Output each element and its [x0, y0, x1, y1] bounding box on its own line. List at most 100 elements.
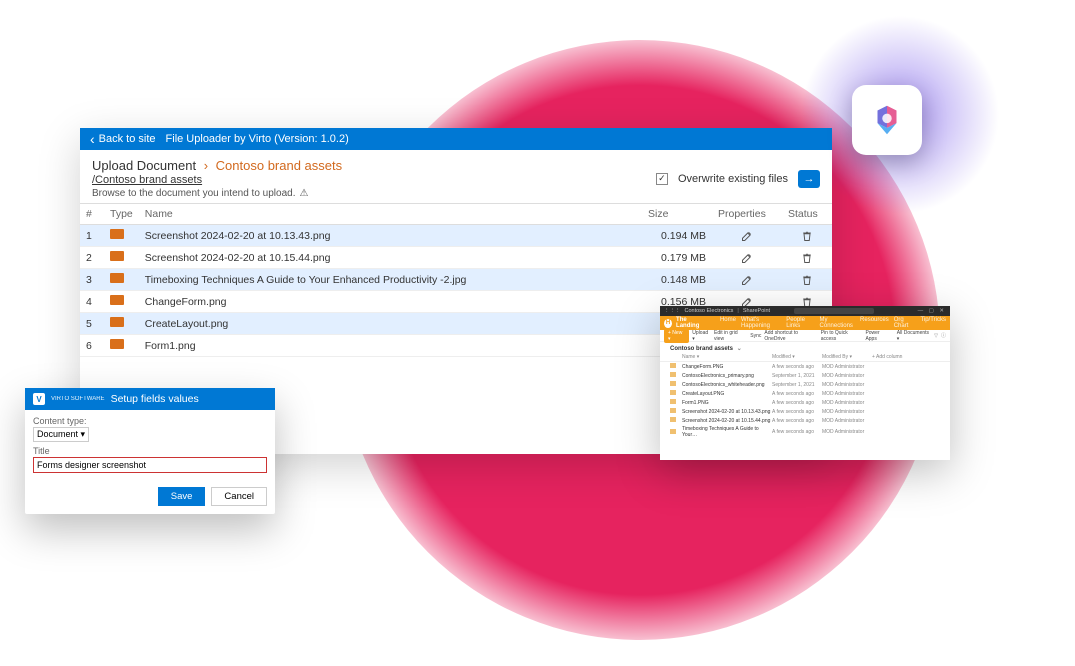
- table-row[interactable]: 2Screenshot 2024-02-20 at 10.15.44.png0.…: [80, 247, 832, 269]
- back-to-site-link[interactable]: Back to site: [90, 131, 156, 147]
- dialog-titlebar: V VIRTO SOFTWARE Setup fields values: [25, 388, 275, 410]
- sp-modified: A few seconds ago: [772, 429, 822, 435]
- sp-modified: A few seconds ago: [772, 364, 822, 370]
- sp-nav-tab[interactable]: What's Happening: [741, 317, 781, 329]
- file-size: 0.179 MB: [642, 247, 712, 269]
- location-path[interactable]: /Contoso brand assets: [92, 174, 342, 186]
- sp-tenant: Contoso Electronics: [685, 308, 734, 314]
- sp-file-name: ChangeForm.PNG: [682, 364, 772, 370]
- upload-hint: Browse to the document you intend to upl…: [92, 188, 342, 199]
- file-type-icon: [104, 247, 139, 269]
- site-logo: H: [664, 319, 672, 328]
- edit-properties-icon[interactable]: [741, 251, 753, 263]
- col-name: Name: [139, 204, 642, 225]
- title-input[interactable]: [33, 457, 267, 473]
- sp-toolbar: + New ▾ Upload ▾ Edit in grid view Sync …: [660, 330, 950, 342]
- file-name: CreateLayout.png: [139, 313, 642, 335]
- file-name: Screenshot 2024-02-20 at 10.13.43.png: [139, 225, 642, 247]
- file-icon: [670, 390, 676, 395]
- sp-nav-tab[interactable]: My Connections: [820, 317, 855, 329]
- pin-button[interactable]: Pin to Quick access: [821, 330, 863, 342]
- edit-properties-icon[interactable]: [741, 273, 753, 285]
- sp-col-name[interactable]: Name ▾: [682, 354, 772, 360]
- sp-file-name: Form1.PNG: [682, 400, 772, 406]
- delete-icon[interactable]: [801, 273, 813, 285]
- list-item[interactable]: Screenshot 2024-02-20 at 10.13.43.pngA f…: [660, 407, 950, 416]
- file-name: Screenshot 2024-02-20 at 10.15.44.png: [139, 247, 642, 269]
- edit-grid-button[interactable]: Edit in grid view: [714, 330, 747, 342]
- dialog-brand: VIRTO SOFTWARE: [51, 396, 105, 402]
- sp-modified-by: MOD Administrator: [822, 364, 872, 370]
- delete-icon[interactable]: [801, 251, 813, 263]
- cancel-button[interactable]: Cancel: [211, 487, 267, 506]
- powerapps-button[interactable]: Power Apps: [865, 330, 890, 342]
- dialog-title: Setup fields values: [111, 393, 199, 405]
- uploader-header: Upload Document › Contoso brand assets /…: [80, 150, 832, 203]
- sp-modified-by: MOD Administrator: [822, 400, 872, 406]
- list-item[interactable]: Timeboxing Techniques A Guide to Your…A …: [660, 425, 950, 439]
- sync-button[interactable]: Sync: [750, 333, 761, 339]
- file-icon: [670, 408, 676, 413]
- list-item[interactable]: ContosoElectronics_whiteheader.pngSeptem…: [660, 380, 950, 389]
- sp-library-title[interactable]: Contoso brand assets ⌄: [660, 342, 950, 353]
- sp-search[interactable]: [794, 308, 874, 314]
- view-selector[interactable]: All Documents ▾: [897, 330, 931, 342]
- sp-col-modifiedby[interactable]: Modified By ▾: [822, 354, 872, 360]
- sp-nav-tab[interactable]: Org Chart: [894, 317, 916, 329]
- info-icon[interactable]: ⓘ: [941, 332, 946, 339]
- upload-document-label: Upload Document: [92, 158, 196, 173]
- sp-modified-by: MOD Administrator: [822, 391, 872, 397]
- waffle-icon[interactable]: ⋮⋮⋮: [664, 308, 681, 314]
- sp-modified: A few seconds ago: [772, 391, 822, 397]
- sp-modified-by: MOD Administrator: [822, 373, 872, 379]
- table-row[interactable]: 3Timeboxing Techniques A Guide to Your E…: [80, 269, 832, 291]
- list-item[interactable]: ChangeForm.PNGA few seconds agoMOD Admin…: [660, 362, 950, 371]
- file-type-icon: [104, 335, 139, 357]
- sp-suitebar: ⋮⋮⋮ Contoso Electronics | SharePoint — ▢…: [660, 306, 950, 316]
- content-type-select[interactable]: Document ▾: [33, 427, 89, 442]
- save-button[interactable]: Save: [158, 487, 206, 506]
- file-type-icon: [104, 225, 139, 247]
- list-item[interactable]: CreateLayout.PNGA few seconds agoMOD Adm…: [660, 389, 950, 398]
- setup-fields-dialog: V VIRTO SOFTWARE Setup fields values Con…: [25, 388, 275, 514]
- sp-nav-tab[interactable]: Tip/Tricks: [920, 317, 946, 329]
- edit-properties-icon[interactable]: [741, 229, 753, 241]
- file-type-icon: [104, 313, 139, 335]
- delete-icon[interactable]: [801, 229, 813, 241]
- location-name[interactable]: Contoso brand assets: [216, 158, 342, 173]
- col-number: #: [80, 204, 104, 225]
- sp-window-controls[interactable]: — ▢ ✕: [918, 308, 946, 314]
- sp-col-modified[interactable]: Modified ▾: [772, 354, 822, 360]
- upload-button[interactable]: Upload ▾: [692, 330, 711, 342]
- list-item[interactable]: Form1.PNGA few seconds agoMOD Administra…: [660, 398, 950, 407]
- file-type-icon: [104, 269, 139, 291]
- new-button[interactable]: + New ▾: [664, 329, 689, 343]
- file-name: Form1.png: [139, 335, 642, 357]
- sp-nav-tab[interactable]: Home: [720, 317, 736, 329]
- col-size: Size: [642, 204, 712, 225]
- overwrite-checkbox[interactable]: ✓: [656, 173, 668, 185]
- shortcut-button[interactable]: Add shortcut to OneDrive: [764, 330, 817, 342]
- ms365-icon: [868, 101, 906, 139]
- sp-modified: A few seconds ago: [772, 418, 822, 424]
- list-item[interactable]: ContosoElectronics_primary.pngSeptember …: [660, 371, 950, 380]
- file-icon: [670, 417, 676, 422]
- file-icon: [670, 363, 676, 368]
- warning-icon: ⚠: [299, 188, 308, 199]
- upload-run-button[interactable]: →: [798, 170, 820, 188]
- list-item[interactable]: Screenshot 2024-02-20 at 10.15.44.pngA f…: [660, 416, 950, 425]
- sp-nav-tab[interactable]: People Links: [786, 317, 814, 329]
- row-number: 1: [80, 225, 104, 247]
- sp-col-add[interactable]: + Add column: [872, 354, 922, 360]
- sp-modified: A few seconds ago: [772, 409, 822, 415]
- sp-file-name: ContosoElectronics_whiteheader.png: [682, 382, 772, 388]
- file-size: 0.194 MB: [642, 225, 712, 247]
- file-type-icon: [104, 291, 139, 313]
- site-title[interactable]: The Landing: [676, 317, 708, 329]
- table-row[interactable]: 1 Screenshot 2024-02-20 at 10.13.43.png0.…: [80, 225, 832, 247]
- file-icon: [670, 381, 676, 386]
- sp-column-headers: Name ▾ Modified ▾ Modified By ▾ + Add co…: [660, 353, 950, 362]
- sp-hub-header: H The Landing Home What's Happening People…: [660, 316, 950, 330]
- sp-nav-tab[interactable]: Resources: [860, 317, 889, 329]
- filter-icon[interactable]: ▽: [934, 333, 938, 339]
